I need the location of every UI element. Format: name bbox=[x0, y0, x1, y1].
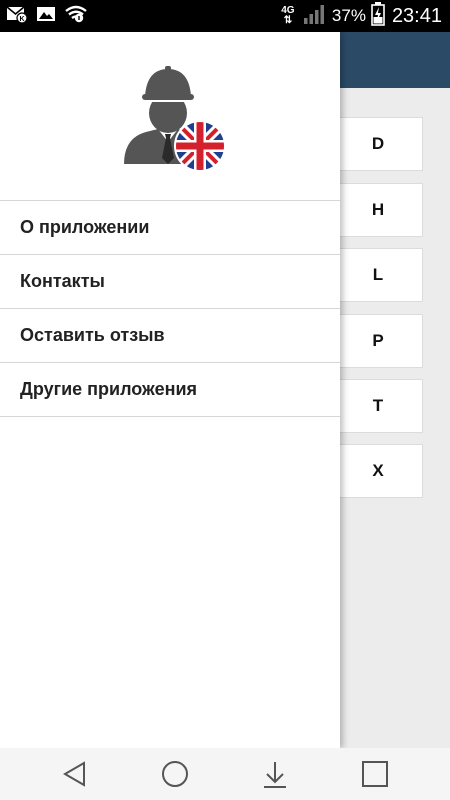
status-bar-right: 4G ⇅ 37% 23:41 bbox=[278, 0, 442, 32]
mail-notification-icon: K bbox=[6, 5, 28, 28]
letter-card-x[interactable]: X bbox=[333, 444, 423, 498]
status-bar-left: K bbox=[6, 0, 88, 32]
system-navigation-bar bbox=[0, 748, 450, 800]
menu-item-other-apps[interactable]: Другие приложения bbox=[0, 363, 340, 417]
clock: 23:41 bbox=[391, 4, 442, 27]
wifi-icon bbox=[64, 5, 88, 28]
image-notification-icon bbox=[36, 5, 56, 28]
signal-icon bbox=[303, 3, 327, 30]
network-type-indicator: 4G ⇅ bbox=[278, 6, 298, 26]
worker-with-uk-flag-icon bbox=[118, 58, 228, 174]
letter-card-l[interactable]: L bbox=[333, 248, 423, 302]
menu-item-about[interactable]: О приложении bbox=[0, 201, 340, 255]
home-icon[interactable] bbox=[160, 759, 190, 789]
svg-text:K: K bbox=[19, 16, 24, 23]
letter-card-d[interactable]: D bbox=[333, 117, 423, 171]
drawer-header bbox=[0, 32, 340, 201]
recents-icon[interactable] bbox=[360, 759, 390, 789]
download-icon[interactable] bbox=[260, 759, 290, 789]
battery-percent: 37% bbox=[331, 6, 366, 25]
drawer-menu: О приложении Контакты Оставить отзыв Дру… bbox=[0, 201, 340, 417]
letter-card-p[interactable]: P bbox=[333, 314, 423, 368]
letter-card-h[interactable]: H bbox=[333, 183, 423, 237]
menu-item-contacts[interactable]: Контакты bbox=[0, 255, 340, 309]
back-icon[interactable] bbox=[60, 759, 90, 789]
status-bar: K 4G ⇅ 37% 23:41 bbox=[0, 0, 450, 32]
letter-card-t[interactable]: T bbox=[333, 379, 423, 433]
menu-item-feedback[interactable]: Оставить отзыв bbox=[0, 309, 340, 363]
battery-charging-icon bbox=[371, 1, 385, 31]
navigation-drawer: О приложении Контакты Оставить отзыв Дру… bbox=[0, 32, 340, 748]
data-arrows-icon: ⇅ bbox=[283, 15, 293, 26]
